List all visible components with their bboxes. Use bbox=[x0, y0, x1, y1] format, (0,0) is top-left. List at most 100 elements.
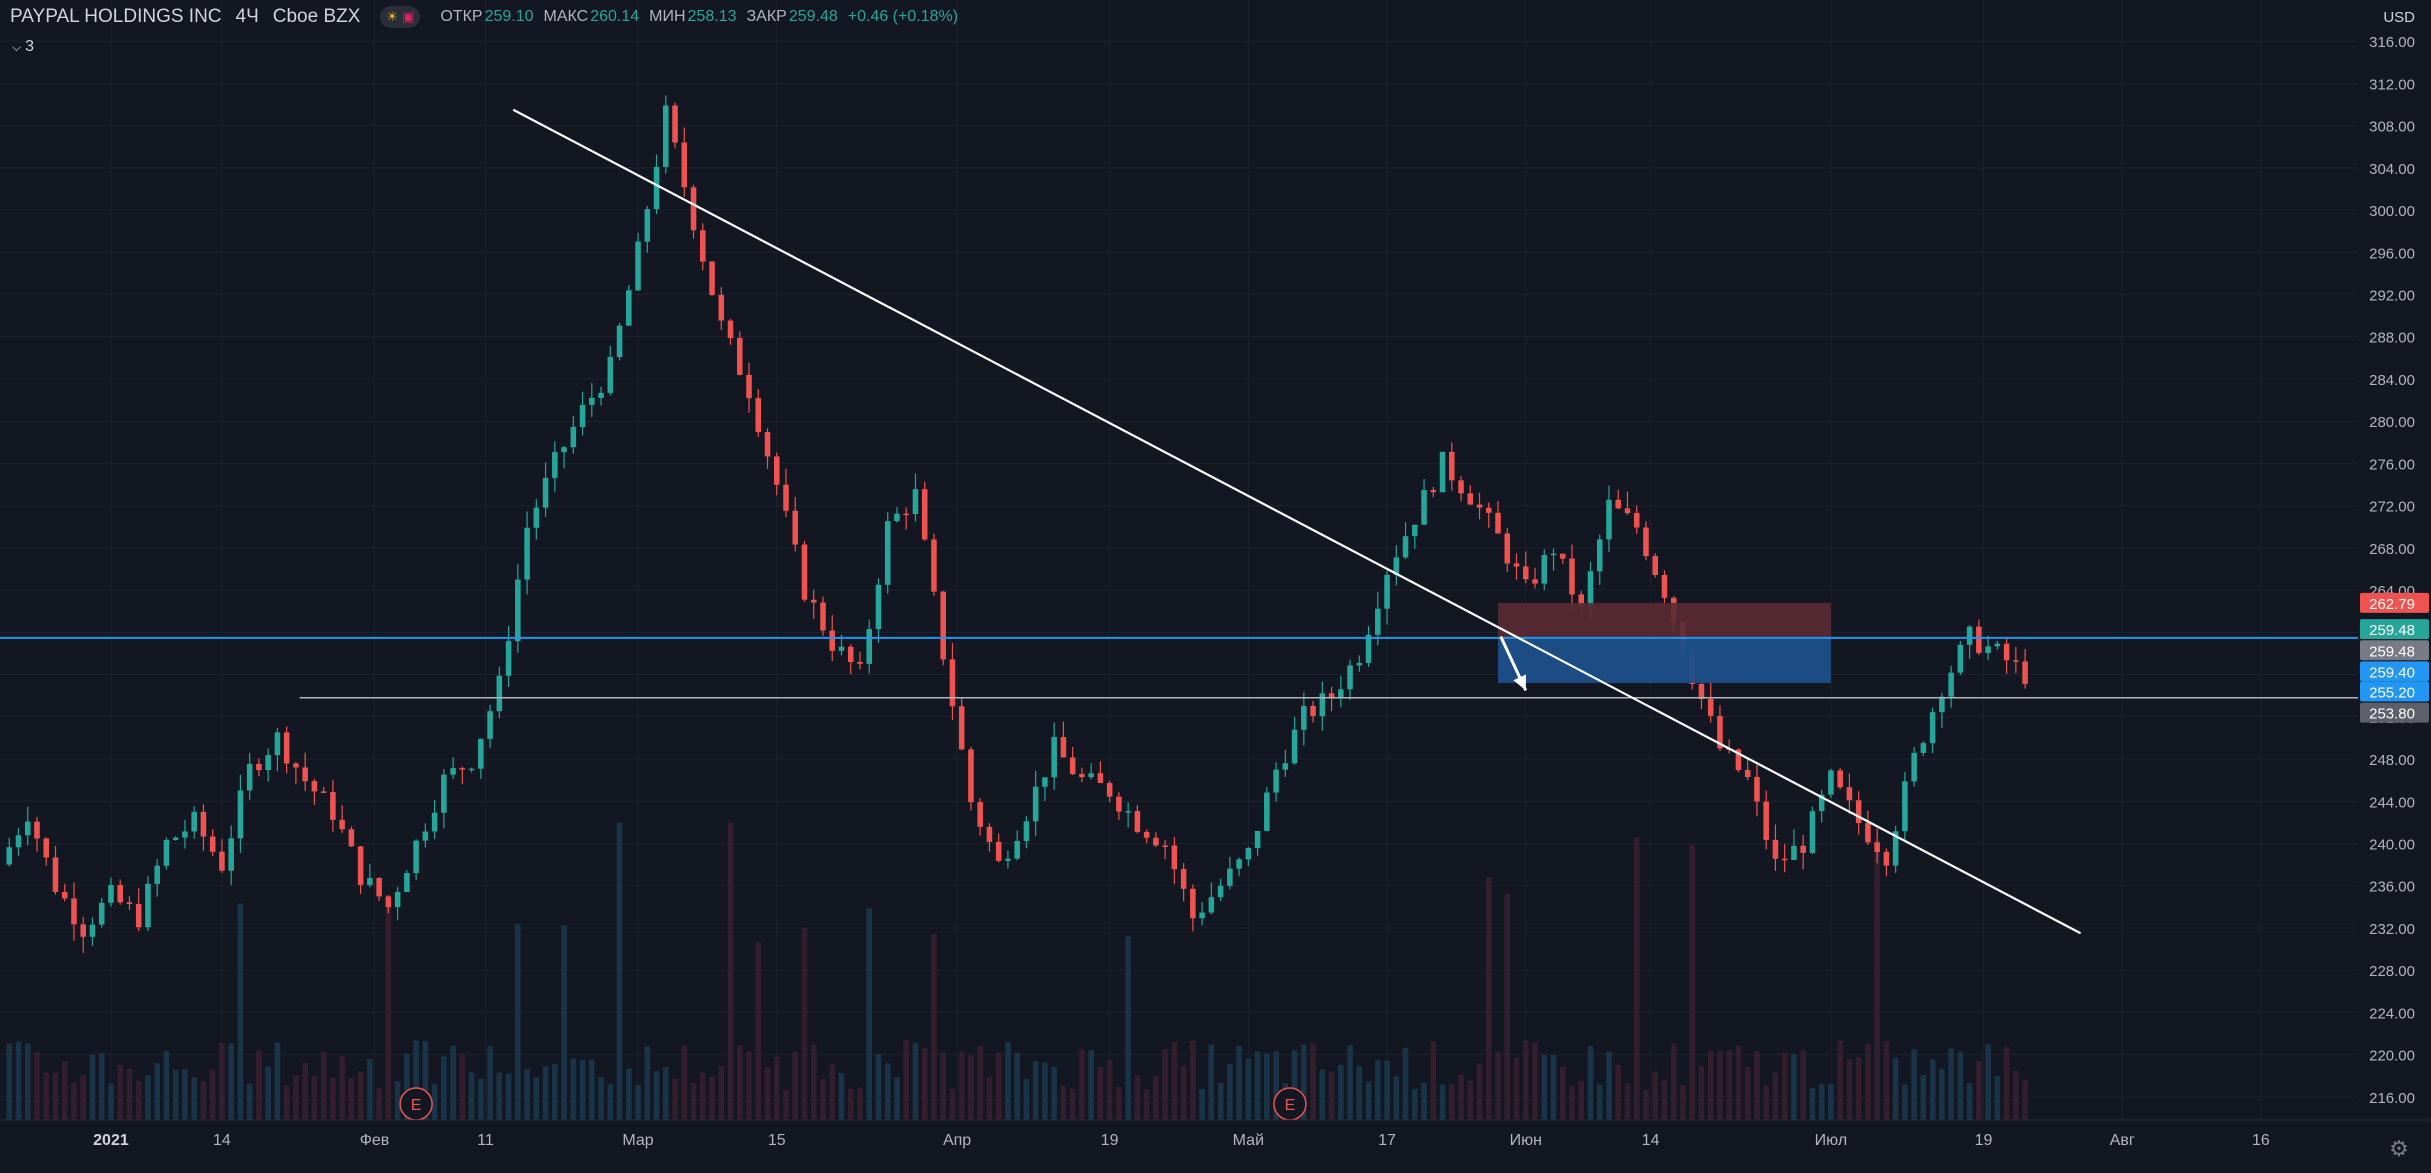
volume-bar bbox=[884, 1063, 891, 1120]
price-tick-label: 284.00 bbox=[2369, 372, 2415, 389]
volume-bar bbox=[561, 925, 567, 1120]
volume-bar bbox=[764, 1067, 771, 1120]
symbol-name[interactable]: PAYPAL HOLDINGS INC bbox=[10, 6, 222, 28]
volume-bar bbox=[1097, 1066, 1104, 1120]
candle-body bbox=[1550, 553, 1557, 556]
candle-body bbox=[1744, 769, 1751, 777]
candle-body bbox=[1929, 712, 1936, 744]
candle-body bbox=[394, 891, 401, 908]
candle-body bbox=[598, 392, 604, 398]
candle-body bbox=[653, 166, 660, 210]
volume-bar bbox=[1865, 1043, 1871, 1120]
candle-body bbox=[847, 646, 854, 663]
volume-bar bbox=[1754, 1051, 1760, 1120]
candle-body bbox=[431, 812, 438, 832]
grid bbox=[0, 0, 2431, 1173]
volume-bar bbox=[783, 1089, 789, 1120]
volume-bar bbox=[1855, 1057, 1862, 1120]
candle-body bbox=[1504, 533, 1511, 564]
candle-body bbox=[912, 489, 919, 514]
candle-body bbox=[1079, 774, 1085, 778]
volume-bar bbox=[1079, 1049, 1085, 1120]
candle-body bbox=[1190, 888, 1196, 919]
volume-bar bbox=[1088, 1049, 1094, 1120]
volume-bar bbox=[1800, 1050, 1806, 1120]
candle-body bbox=[237, 790, 244, 839]
volume-bar bbox=[450, 1045, 456, 1120]
volume-bar bbox=[89, 1054, 96, 1120]
candle-body bbox=[552, 452, 558, 478]
candle-body bbox=[1476, 504, 1483, 508]
volume-bar bbox=[108, 1083, 114, 1120]
candle-body bbox=[2003, 643, 2010, 661]
volume-bar bbox=[644, 1046, 651, 1120]
volume-bar bbox=[1837, 1040, 1843, 1120]
volume-bar bbox=[24, 1043, 31, 1120]
volume-bar bbox=[1532, 1042, 1538, 1120]
volume-bar bbox=[1504, 893, 1511, 1120]
candle-body bbox=[1282, 763, 1289, 770]
volume-bar bbox=[995, 1053, 1002, 1120]
candle-body bbox=[200, 811, 207, 837]
candle-body bbox=[792, 510, 799, 545]
gear-icon[interactable]: ⚙ bbox=[2387, 1137, 2411, 1161]
indicators-toggle[interactable]: ⌵ 3 bbox=[12, 34, 52, 60]
volume-bar bbox=[1772, 1072, 1779, 1120]
candle-body bbox=[995, 841, 1002, 861]
volume-bar bbox=[1310, 1043, 1316, 1120]
candle-body bbox=[1559, 553, 1566, 559]
candle-body bbox=[15, 835, 22, 848]
volume-bar bbox=[1384, 1060, 1390, 1120]
volume-bar bbox=[163, 1051, 170, 1120]
volume-bar bbox=[1476, 1063, 1483, 1120]
volume-bar bbox=[736, 1045, 743, 1120]
price-tick-label: 276.00 bbox=[2369, 456, 2415, 473]
volume-bar bbox=[200, 1081, 207, 1120]
volume-bar bbox=[496, 1072, 503, 1120]
candle-body bbox=[949, 659, 956, 707]
candle-body bbox=[1902, 781, 1908, 832]
candle-body bbox=[931, 539, 937, 592]
candle-body bbox=[1495, 512, 1501, 534]
close-value: 259.48 bbox=[788, 8, 838, 25]
volume-bar bbox=[1106, 1060, 1113, 1120]
time-tick-label: 15 bbox=[768, 1132, 786, 1149]
price-tick-label: 316.00 bbox=[2369, 34, 2415, 51]
volume-bar bbox=[172, 1069, 179, 1120]
candle-body bbox=[1513, 563, 1520, 567]
candle-body bbox=[1384, 574, 1390, 609]
volume-bar bbox=[579, 1059, 586, 1120]
price-label-value: 253.80 bbox=[2369, 706, 2415, 723]
candle-body bbox=[718, 294, 725, 321]
candle-body bbox=[311, 781, 318, 792]
market-status-badge[interactable]: ☀ ▣ bbox=[380, 6, 421, 28]
candle-body bbox=[1227, 868, 1233, 886]
candle-body bbox=[274, 732, 281, 756]
price-chart[interactable]: E E USD 316.00 312.00 308.00 304.00 300.00 296.… bbox=[0, 0, 2431, 1173]
volume-bar bbox=[219, 1042, 225, 1120]
candle-body bbox=[172, 837, 179, 840]
candle-body bbox=[1347, 665, 1353, 690]
time-tick-label: 19 bbox=[1101, 1132, 1119, 1149]
candle-body bbox=[1939, 696, 1945, 713]
volume-bar bbox=[1254, 1051, 1261, 1120]
candle-body bbox=[1522, 566, 1529, 580]
volume-bar bbox=[1985, 1044, 1991, 1120]
volume-bar bbox=[367, 1059, 373, 1120]
candle-body bbox=[1596, 539, 1603, 572]
volume-bar bbox=[533, 1077, 540, 1120]
volume-bar bbox=[293, 1075, 299, 1120]
candle-body bbox=[1624, 508, 1631, 514]
candle-body bbox=[98, 902, 105, 925]
volume-bar bbox=[727, 822, 734, 1120]
candle-body bbox=[219, 851, 225, 871]
volume-bar bbox=[1116, 1086, 1122, 1120]
candle-body bbox=[1874, 842, 1880, 853]
volume-bar bbox=[43, 1072, 50, 1120]
time-axis: 2021 14 Фев 11 Мар 15 Апр 19 Май 17 Июн 14 Июл 19 Авг 1… bbox=[0, 1119, 2431, 1173]
volume-bar bbox=[320, 1051, 327, 1120]
candle-body bbox=[1809, 811, 1816, 853]
volume-bar bbox=[1781, 1052, 1788, 1120]
price-tick-label: 300.00 bbox=[2369, 203, 2415, 220]
timeframe[interactable]: 4Ч bbox=[236, 6, 259, 28]
